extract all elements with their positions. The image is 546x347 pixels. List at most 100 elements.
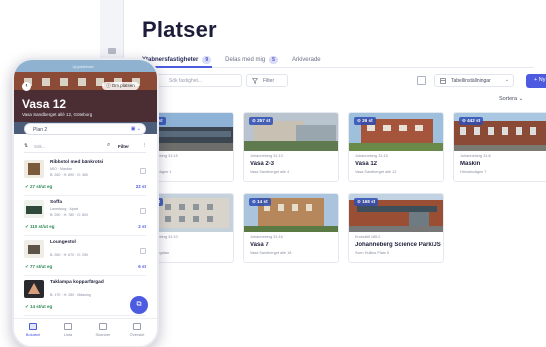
main-panel: Platser Ytabnersfastigheter 9 Delas med … (124, 0, 546, 347)
property-card[interactable]: ⊙ 442 st Johanneberg 31:8 Maskin Hörsals… (453, 112, 546, 182)
item-subtitle: Lanerburg · Apart (50, 207, 78, 211)
item-quantity-badge: 22 st (135, 184, 146, 189)
sort-dropdown[interactable]: Sortera ⌄ (499, 96, 523, 102)
back-button[interactable]: ‹ (22, 82, 31, 91)
mobile-tab-bar: Bokabel Lista Skanner Översikt (14, 318, 157, 346)
sort-icon: ⇅ (24, 143, 29, 149)
tab-shared-with-me[interactable]: Delas med mig 5 (225, 53, 278, 67)
item-thumbnail (24, 280, 44, 298)
search-placeholder: Sök fastighet... (169, 78, 203, 84)
tab-overview[interactable]: Översikt (122, 323, 152, 337)
item-subtitle: MIO · Mardan (50, 167, 73, 171)
property-card[interactable]: ⊙ 26 st Johanneberg 31:15 Vasa 12 Vasa S… (348, 112, 444, 182)
grid-view-icon[interactable] (417, 76, 426, 85)
box-icon: ⧉ (136, 301, 142, 308)
calendar-icon (29, 323, 37, 330)
item-title: Ribbstol med bänkrotsi (50, 160, 104, 165)
tab-bar: Ytabnersfastigheter 9 Delas med mig 5 Ar… (142, 53, 321, 67)
list-item[interactable]: Loungestol B: 260 · H: 670 · D: 250 ✔ 77… (24, 236, 146, 276)
item-title: Taklampa kopparfärgad (50, 280, 104, 285)
list-icon (64, 323, 72, 330)
more-icon[interactable]: ⋮ (142, 142, 147, 148)
item-count-badge: ⊙ 168 st (354, 198, 379, 206)
item-stock: ✔ 110 st/ut eg (25, 224, 55, 229)
property-card[interactable]: ⊙ 14 st Johanneberg 31:16 Vasa 7 Vasa Sa… (243, 193, 339, 263)
property-name: Vasa 7 (250, 242, 269, 248)
item-checkbox[interactable] (140, 248, 146, 254)
property-address: Vasa Sandberget allé 12 (355, 170, 397, 174)
tab-bokabel[interactable]: Bokabel (18, 323, 48, 337)
tab-label: Arkiverade (291, 57, 321, 63)
new-place-button[interactable]: + Ny plats (526, 74, 546, 88)
property-designation: Johanneberg 31:13 (250, 154, 283, 158)
item-stock: ✔ 77 st/ut eg (25, 264, 53, 269)
status-note: Uppdaterad (72, 64, 94, 69)
settings-icon (440, 78, 446, 84)
item-count-badge: ⊙ 442 st (459, 117, 484, 125)
tab-scanner[interactable]: Skanner (88, 323, 118, 337)
property-address: Vasa Sandberget allé 4 (250, 170, 290, 174)
item-dimensions: B: 260 · H: 890 · D: 360 (50, 173, 88, 177)
tab-count-badge: 5 (269, 56, 278, 64)
item-count-badge: ⊙ 14 st (249, 198, 271, 206)
floor-label: Plan 2 (33, 127, 48, 133)
item-count-badge: ⊙ 257 st (249, 117, 274, 125)
item-stock: ✔ 27 st/ut eg (25, 184, 53, 189)
item-dimensions: B: 250 · H: 780 · D: 800 (50, 213, 88, 217)
table-settings-label: Tabellinställningar (451, 78, 491, 84)
item-dimensions: B: 260 · H: 670 · D: 250 (50, 253, 88, 257)
item-checkbox[interactable] (140, 168, 146, 174)
tab-list[interactable]: Lista (53, 323, 83, 337)
page-title: Platser (142, 17, 217, 42)
item-title: Loungestol (50, 240, 76, 245)
list-item[interactable]: Taklampa kopparfärgad B: 170 · H: 280 · … (24, 276, 146, 316)
chevron-down-icon: ▣ ⌄ (130, 126, 141, 132)
tab-label: Översikt (129, 332, 145, 337)
about-place-button[interactable]: ⓘ Om platsen (102, 82, 139, 90)
property-name: Vasa 12 (355, 161, 378, 167)
property-card[interactable]: ⊙ 257 st Johanneberg 31:13 Vasa 2-3 Vasa… (243, 112, 339, 182)
tab-archived[interactable]: Arkiverade (292, 53, 321, 67)
sort-label: Sortera (499, 96, 518, 102)
property-address: Hörsalsvägen 7 (460, 170, 487, 174)
property-designation: Johanneberg 31:16 (250, 235, 283, 239)
item-title: Soffa (50, 200, 62, 205)
mobile-search-input[interactable]: Sök... (34, 144, 46, 149)
map-icon[interactable] (108, 48, 116, 54)
item-quantity-badge: 2 st (138, 224, 146, 229)
tab-label: Skanner (95, 332, 111, 337)
screen: Platser Ytabnersfastigheter 9 Delas med … (0, 0, 546, 347)
place-title: Vasa 12 (22, 97, 67, 111)
mobile-search-bar: ⇅ Sök... ⌕ Filter ⋮ (24, 142, 147, 153)
item-quantity-badge: 6 st (138, 264, 146, 269)
overview-icon (133, 323, 141, 330)
filter-button[interactable]: Filter (246, 74, 288, 87)
floor-selector[interactable]: Plan 2 ▣ ⌄ (24, 123, 146, 135)
item-thumbnail (24, 240, 44, 258)
item-count-badge: ⊙ 26 st (354, 117, 376, 125)
item-thumbnail (24, 200, 44, 218)
place-address: Vasa Sandberget allé 12, Göteborg (22, 112, 93, 117)
list-item[interactable]: Ribbstol med bänkrotsi MIO · Mardan B: 2… (24, 156, 146, 196)
item-checkbox[interactable] (140, 208, 146, 214)
table-settings-button[interactable]: Tabellinställningar ⌄ (434, 74, 514, 87)
arrow-left-icon: ‹ (25, 83, 28, 89)
item-stock: ✔ 14 st/ut eg (25, 304, 53, 309)
property-designation: Krokslätt 185:2 (355, 235, 381, 239)
tab-label: Lista (63, 332, 73, 337)
add-item-button[interactable]: ⧉ (130, 296, 148, 314)
filter-label: Filter (263, 78, 275, 84)
property-name: Vasa 2-3 (250, 161, 275, 167)
mobile-filter-button[interactable]: Filter (118, 144, 129, 149)
toolbar: Sök fastighet... Filter Tabellinställnin… (142, 74, 546, 88)
search-icon[interactable]: ⌕ (107, 142, 110, 149)
list-item[interactable]: Soffa Lanerburg · Apart B: 250 · H: 780 … (24, 196, 146, 236)
property-card[interactable]: ⊙ 168 st Krokslätt 185:2 Johanneberg Sci… (348, 193, 444, 263)
property-name: Johanneberg Science Park/JSP (355, 242, 441, 248)
item-thumbnail (24, 160, 44, 178)
property-address: Sven Hultins Plats 5 (355, 251, 389, 255)
chevron-down-icon: ⌄ (518, 96, 524, 102)
property-name: Maskin (460, 161, 481, 167)
property-designation: Johanneberg 31:8 (460, 154, 491, 158)
property-designation: Johanneberg 31:15 (355, 154, 388, 158)
